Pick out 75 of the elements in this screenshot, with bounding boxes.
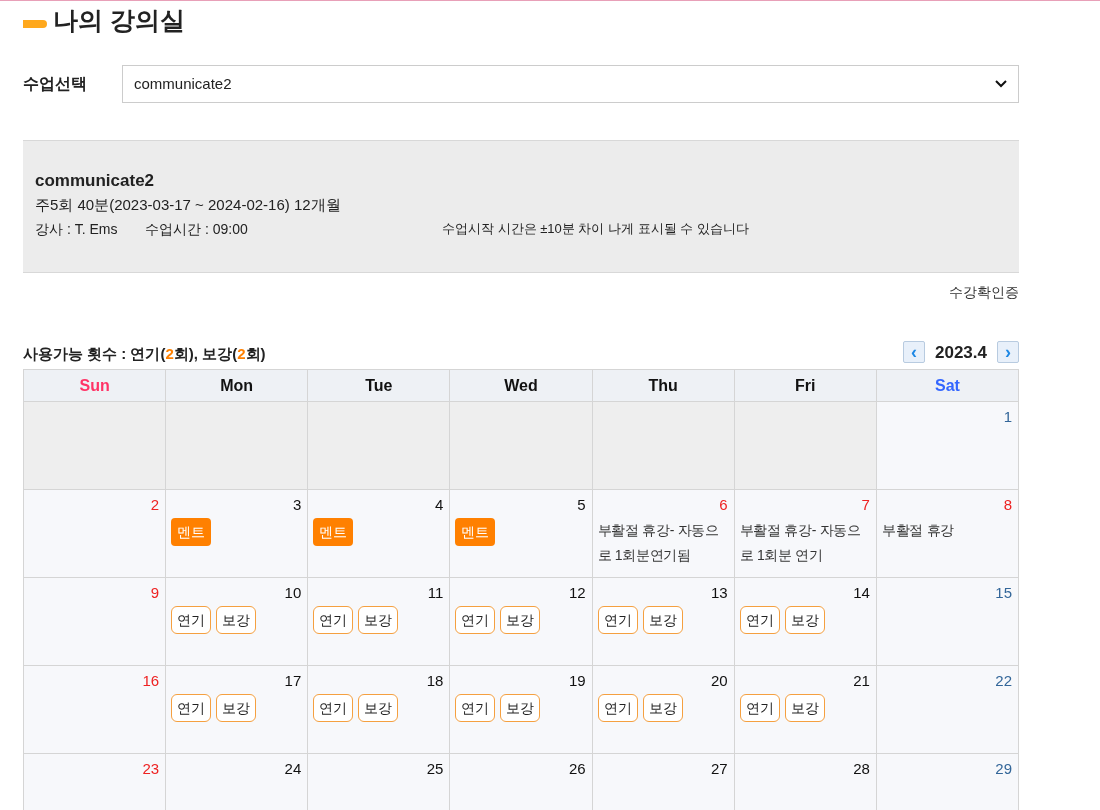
lesson-action-button[interactable]: 보강	[216, 694, 257, 722]
teacher-text: 강사 : T. Ems	[35, 220, 119, 239]
lesson-tag: 멘트	[455, 518, 496, 546]
day-number: 15	[995, 583, 1013, 603]
day-number: 21	[853, 671, 871, 691]
day-note: 부활절 휴강	[881, 521, 954, 540]
lesson-action-button[interactable]: 보강	[358, 694, 399, 722]
certificate-link[interactable]: 수강확인증	[949, 282, 1019, 303]
day-number: 27	[711, 759, 729, 779]
day-number: 11	[427, 583, 445, 603]
class-schedule: 주5회 40분(2023-03-17 ~ 2024-02-16) 12개월	[35, 195, 342, 215]
lesson-action-button[interactable]: 보강	[500, 694, 541, 722]
day-number: 12	[568, 583, 587, 603]
day-number: 2	[150, 495, 161, 515]
day-number: 14	[853, 583, 871, 603]
day-number: 8	[1003, 495, 1013, 515]
weekday-header: Tue	[308, 370, 451, 402]
weekday-header: Thu	[592, 370, 735, 402]
weekday-header: Sun	[24, 370, 167, 402]
weekday-header: Mon	[166, 370, 309, 402]
day-number: 10	[284, 583, 303, 603]
day-number: 22	[995, 671, 1013, 691]
day-number: 24	[284, 759, 303, 779]
class-select[interactable]: communicate2	[122, 65, 1019, 103]
day-number: 1	[1003, 407, 1013, 427]
page-title: 나의 강의실	[53, 4, 185, 36]
class-name: communicate2	[35, 170, 156, 192]
lesson-tag: 멘트	[171, 518, 212, 546]
day-number: 23	[142, 759, 161, 779]
day-number: 6	[719, 495, 729, 515]
lesson-action-button[interactable]: 보강	[642, 606, 683, 634]
lesson-action-button[interactable]: 보강	[216, 606, 257, 634]
lesson-action-button[interactable]: 보강	[358, 606, 399, 634]
month-label: 2023.4	[935, 341, 987, 364]
lesson-action-button[interactable]: 보강	[784, 606, 825, 634]
day-number: 25	[426, 759, 445, 779]
day-number: 3	[292, 495, 303, 515]
day-number: 9	[150, 583, 161, 603]
day-number: 5	[577, 495, 587, 515]
lesson-action-button[interactable]: 연기	[597, 606, 638, 634]
lesson-action-button[interactable]: 보강	[500, 606, 541, 634]
day-number: 28	[853, 759, 871, 779]
day-number: 17	[284, 671, 303, 691]
select-label: 수업선택	[23, 74, 88, 94]
lesson-action-button[interactable]: 연기	[739, 606, 780, 634]
class-time-text: 수업시간 : 09:00	[145, 220, 249, 239]
lesson-action-button[interactable]: 연기	[171, 606, 212, 634]
day-number: 19	[568, 671, 587, 691]
usage-count-text: 사용가능 횟수 : 연기(2회), 보강(2회)	[23, 343, 266, 364]
day-note: 부활절 휴강- 자동으로 1회분 연기	[739, 521, 862, 565]
lesson-action-button[interactable]: 보강	[642, 694, 683, 722]
weekday-header: Wed	[450, 370, 593, 402]
lesson-action-button[interactable]: 연기	[597, 694, 638, 722]
day-number: 18	[426, 671, 445, 691]
day-number: 26	[568, 759, 587, 779]
lesson-tag: 멘트	[313, 518, 354, 546]
lesson-action-button[interactable]: 연기	[455, 606, 496, 634]
lesson-action-button[interactable]: 연기	[455, 694, 496, 722]
lesson-action-button[interactable]: 보강	[784, 694, 825, 722]
lesson-action-button[interactable]: 연기	[739, 694, 780, 722]
day-number: 29	[995, 759, 1013, 779]
day-number: 16	[142, 671, 161, 691]
day-number: 13	[711, 583, 729, 603]
day-number: 20	[711, 671, 729, 691]
time-notice-text: 수업시작 시간은 ±10분 차이 나게 표시될 수 있습니다	[442, 220, 749, 238]
day-number: 4	[435, 495, 445, 515]
title-marker-icon	[23, 19, 47, 28]
weekday-header: Sat	[876, 370, 1019, 402]
weekday-header: Fri	[734, 370, 877, 402]
chevron-down-icon	[995, 80, 1007, 88]
lesson-action-button[interactable]: 연기	[313, 694, 354, 722]
lesson-action-button[interactable]: 연기	[313, 606, 354, 634]
lesson-action-button[interactable]: 연기	[171, 694, 212, 722]
day-note: 부활절 휴강- 자동으로 1회분연기됨	[597, 521, 720, 565]
day-number: 7	[861, 495, 871, 515]
